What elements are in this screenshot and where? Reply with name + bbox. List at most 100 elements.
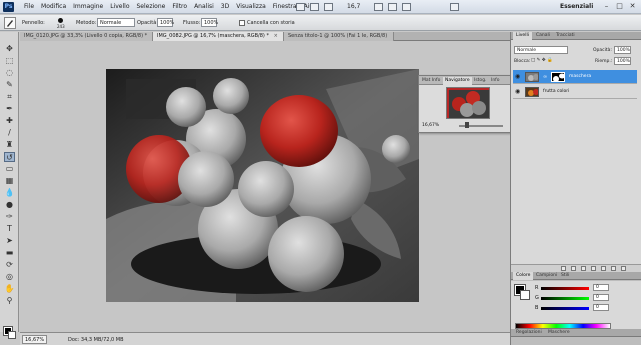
lock-icons[interactable]: □ ✎ ✥ 🔒 [531,58,553,63]
navigator-thumbnail[interactable] [446,87,490,119]
dodge-tool-icon[interactable]: ● [4,200,15,210]
opacita-field[interactable]: 100% [157,18,174,27]
extras-icon[interactable] [324,3,333,11]
launch-bridge-icon[interactable] [296,3,305,11]
3d-orbit-tool-icon[interactable]: ◎ [4,272,15,282]
screen-mode-icon[interactable] [450,3,459,11]
menu-finestra[interactable]: Finestra [273,3,297,10]
minimize-button[interactable]: – [602,2,611,11]
slider-r-value[interactable]: 0 [593,284,609,291]
background-color-swatch[interactable] [520,290,530,300]
type-tool-icon[interactable]: T [4,224,15,234]
hand-tool-icon[interactable] [374,3,383,11]
menu-immagine[interactable]: Immagine [73,3,103,10]
fill-field[interactable]: 100% [614,57,631,65]
navigator-panel: Mat Info Navigatore Istog. Info 16,67% [418,75,519,133]
brush-tool-icon[interactable]: / [4,128,15,138]
add-mask-icon[interactable] [581,266,586,271]
gradient-tool-icon[interactable]: ▦ [4,176,15,186]
slider-b-track[interactable] [541,307,589,310]
menu-filtro[interactable]: Filtro [172,3,187,10]
marquee-tool-icon[interactable]: ⬚ [4,56,15,66]
slider-g-label: G [535,295,539,301]
slider-g-value[interactable]: 0 [593,294,609,301]
menu-modifica[interactable]: Modifica [41,3,66,10]
link-layers-icon[interactable] [561,266,566,271]
arrange-documents-icon[interactable] [402,3,411,11]
tab-stili[interactable]: Stili [558,272,572,280]
crop-tool-icon[interactable]: ⌗ [4,92,15,102]
maximize-button[interactable]: □ [615,2,624,11]
doc-tab-img-0082[interactable]: IMG_0082.JPG @ 16,7% (maschera, RGB/8) *… [153,32,284,41]
menu-3d[interactable]: 3D [221,3,229,10]
new-group-icon[interactable] [601,266,606,271]
background-color-swatch[interactable] [8,331,16,339]
rotate-view-icon[interactable] [388,3,397,11]
zoom-level-select[interactable]: 16,7 [347,3,360,10]
close-button[interactable]: ✕ [628,2,637,11]
layer-link-icon[interactable]: ∞ [543,74,547,80]
layer-opacity-field[interactable]: 100% [614,46,631,54]
status-doc-info[interactable]: Doc: 34,3 MB/72,0 MB [68,337,124,343]
opacita-label: Opacità: [593,48,612,53]
flusso-field[interactable]: 100% [201,18,218,27]
history-brush-tool-icon[interactable]: ↺ [4,152,15,162]
brush-preview-icon[interactable] [58,18,63,23]
tab-info[interactable]: Info [489,77,502,85]
quick-selection-tool-icon[interactable]: ✎ [4,80,15,90]
hand-tool-icon[interactable]: ✋ [4,284,15,294]
3d-rotate-tool-icon[interactable]: ⟳ [4,260,15,270]
shape-tool-icon[interactable]: ▬ [4,248,15,258]
new-layer-icon[interactable] [611,266,616,271]
layer-style-icon[interactable] [571,266,576,271]
zoom-tool-icon[interactable]: ⚲ [4,296,15,306]
adjustment-layer-icon[interactable] [591,266,596,271]
menu-selezione[interactable]: Selezione [137,3,166,10]
metodo-select[interactable]: Normale [97,18,135,27]
slider-g-track[interactable] [541,297,589,300]
launch-minibridge-icon[interactable] [310,3,319,11]
tab-navigatore[interactable]: Navigatore [443,77,472,85]
tab-campioni[interactable]: Campioni [533,272,560,280]
menu-analisi[interactable]: Analisi [194,3,214,10]
blur-tool-icon[interactable]: 💧 [4,188,15,198]
slider-r-track[interactable] [541,287,589,290]
tab-canali[interactable]: Canali [533,32,553,40]
doc-tab-senza-titolo[interactable]: Senza titolo-1 @ 100% (Fai 1 Ie, RGB/8) [284,32,394,41]
menu-livello[interactable]: Livello [110,3,129,10]
status-zoom-field[interactable]: 16,67% [22,335,47,344]
tab-tracciati[interactable]: Tracciati [553,32,578,40]
eyedropper-tool-icon[interactable]: ✒ [4,104,15,114]
layer-row-frutta-colori[interactable]: ◉ frutta colori [513,85,637,99]
layer-mask-thumbnail[interactable] [551,72,565,82]
clone-stamp-tool-icon[interactable]: ♜ [4,140,15,150]
close-tab-icon[interactable]: × [274,33,278,39]
navigator-slider-handle[interactable] [465,122,469,128]
tab-livelli[interactable]: Livelli [513,32,532,40]
navigator-zoom-value[interactable]: 16,67% [422,123,439,128]
visibility-eye-icon[interactable]: ◉ [515,74,521,80]
image-canvas[interactable] [106,69,419,302]
move-tool-icon[interactable]: ✥ [4,44,15,54]
blend-mode-select[interactable]: Normale [514,46,568,54]
menu-visualizza[interactable]: Visualizza [236,3,266,10]
cancella-checkbox[interactable] [239,20,245,26]
eraser-tool-icon[interactable]: ▭ [4,164,15,174]
workspace-switcher[interactable]: Essenziali [560,3,593,10]
tab-maschere[interactable]: Maschere [545,329,573,337]
tab-istogramma[interactable]: Istog. [472,77,488,85]
visibility-eye-icon[interactable]: ◉ [515,89,521,95]
brush-tool-preset-icon[interactable] [4,17,16,29]
lasso-tool-icon[interactable]: ◌ [4,68,15,78]
layer-row-maschera[interactable]: ◉ ∞ maschera [513,70,637,84]
tab-mat-info[interactable]: Mat Info [420,77,442,85]
delete-layer-icon[interactable] [621,266,626,271]
doc-tab-img-0120[interactable]: IMG_0120.JPG @ 33,3% (Livello 0 copia, R… [20,32,153,41]
tab-colore[interactable]: Colore [513,272,534,280]
path-selection-tool-icon[interactable]: ➤ [4,236,15,246]
menu-file[interactable]: File [24,3,34,10]
healing-brush-tool-icon[interactable]: ✚ [4,116,15,126]
slider-b-value[interactable]: 0 [593,304,609,311]
pen-tool-icon[interactable]: ✑ [4,212,15,222]
tab-regolazioni[interactable]: Regolazioni [513,329,545,337]
